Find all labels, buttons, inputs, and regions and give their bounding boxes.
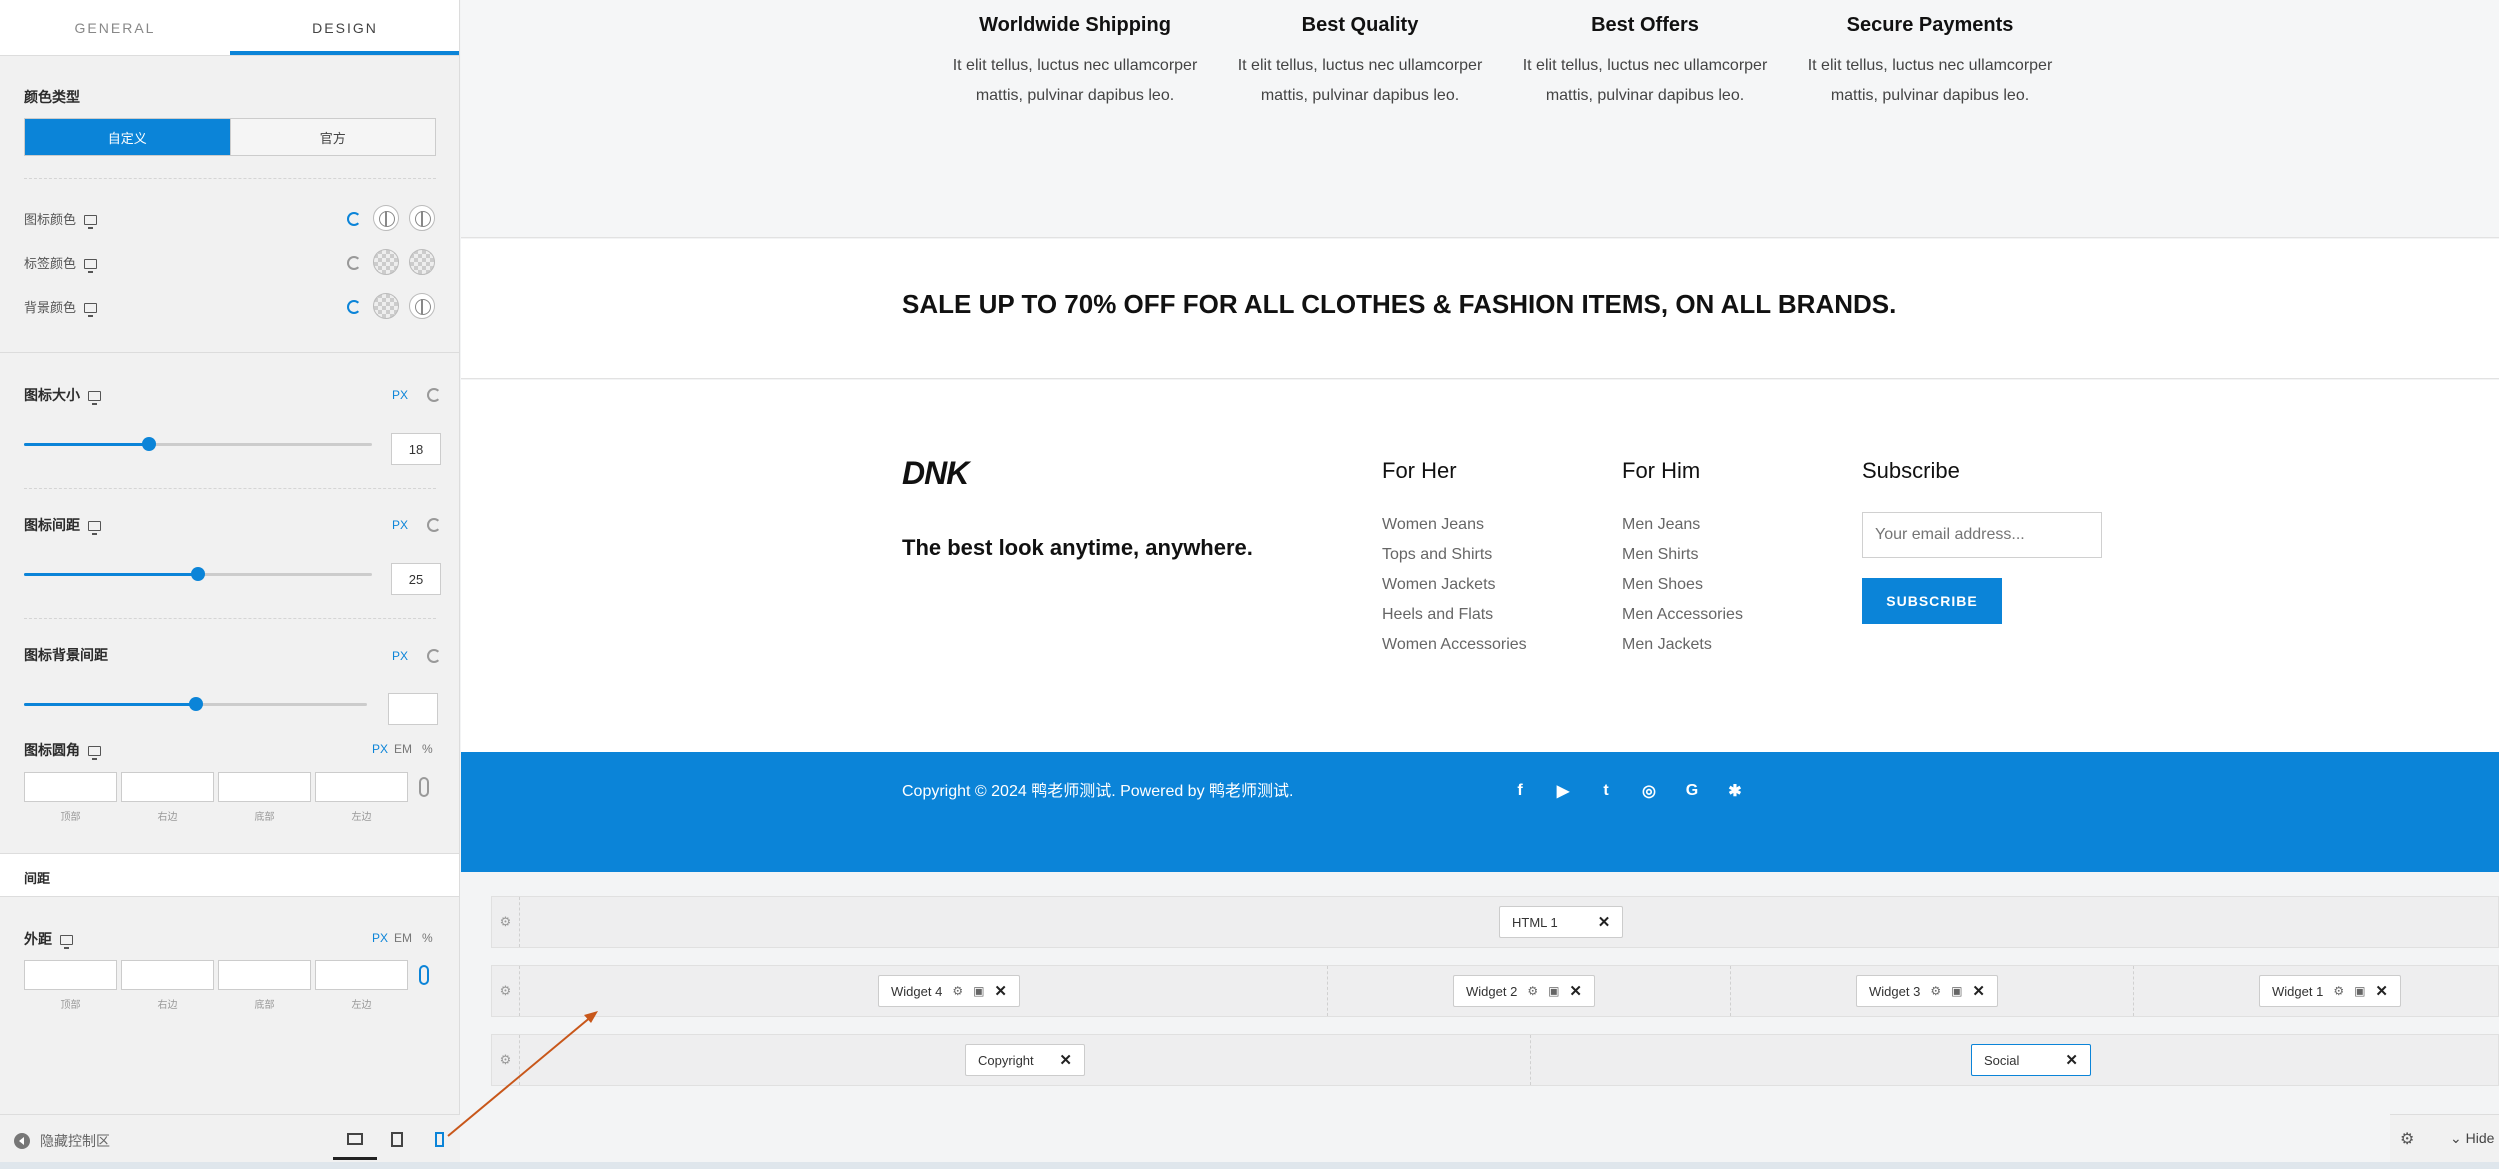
annotation-arrow xyxy=(447,1011,598,1137)
hide-label: Hide xyxy=(2465,1130,2495,1146)
bottom-strip xyxy=(0,1162,2499,1169)
gear-icon[interactable]: ⚙ xyxy=(2400,1129,2414,1149)
hide-builder-button[interactable]: ⌄ Hide xyxy=(2450,1130,2494,1147)
builder-footer-controls: ⚙ ⌄ Hide xyxy=(2390,1114,2499,1162)
